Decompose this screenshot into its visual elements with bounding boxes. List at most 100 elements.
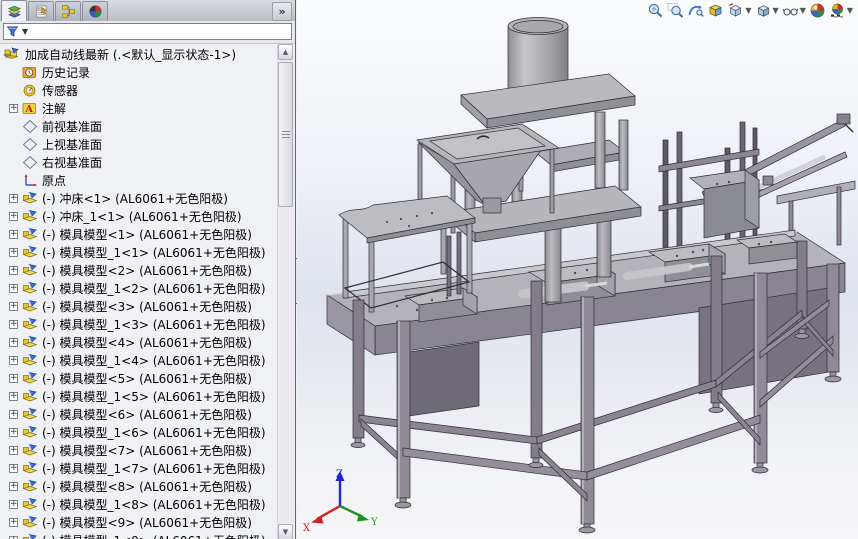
graphics-viewport[interactable]: Z X Y ▼ ▼ ▼ ▼ — [297, 0, 858, 539]
tree-item[interactable]: + (-) 冲床_1<1> (AL6061+无色阳极) — [0, 207, 278, 225]
tree-item[interactable]: 原点 — [0, 171, 278, 189]
tree-item[interactable]: + (-) 模具模型<5> (AL6061+无色阳极) — [0, 369, 278, 387]
tree-item[interactable]: + (-) 模具模型_1<4> (AL6061+无色阳极) — [0, 351, 278, 369]
tree-scrollbar[interactable]: ▲ ▼ — [277, 44, 294, 539]
filter-dropdown-caret[interactable]: ▼ — [22, 27, 28, 36]
part-icon — [22, 191, 38, 206]
expand-plus-icon[interactable]: + — [9, 517, 18, 527]
expand-plus-icon[interactable]: + — [9, 481, 18, 491]
expand-plus-icon[interactable]: + — [9, 409, 18, 419]
expand-plus-icon[interactable]: + — [9, 229, 18, 239]
expand-plus-icon[interactable]: + — [9, 247, 18, 257]
expand-plus-icon[interactable]: + — [9, 211, 18, 221]
dropdown-caret-icon[interactable]: ▼ — [745, 6, 751, 15]
configurationmanager-icon — [60, 4, 77, 19]
tree-item[interactable]: 前视基准面 — [0, 117, 278, 135]
machine-3d-model[interactable]: Z X Y — [297, 0, 858, 539]
featuremanager-tab[interactable] — [1, 0, 27, 21]
expand-plus-icon[interactable]: + — [9, 193, 18, 203]
origin-icon — [22, 173, 38, 188]
tree-item[interactable]: + 注解 — [0, 99, 278, 117]
expand-plus-icon[interactable]: + — [9, 427, 18, 437]
tree-item-label: 右视基准面 — [42, 155, 103, 170]
tree-item[interactable]: + (-) 模具模型<7> (AL6061+无色阳极) — [0, 441, 278, 459]
part-icon — [22, 227, 38, 242]
tree-item[interactable]: 上视基准面 — [0, 135, 278, 153]
tree-item[interactable]: + (-) 模具模型_1<6> (AL6061+无色阳极) — [0, 423, 278, 441]
dropdown-caret-icon[interactable]: ▼ — [847, 6, 853, 15]
zoom-to-fit-button[interactable] — [646, 1, 665, 20]
tree-item[interactable]: + (-) 模具模型<6> (AL6061+无色阳极) — [0, 405, 278, 423]
configurationmanager-tab[interactable] — [55, 1, 81, 21]
tree-item[interactable]: + (-) 模具模型<3> (AL6061+无色阳极) — [0, 297, 278, 315]
dropdown-caret-icon[interactable]: ▼ — [773, 6, 779, 15]
apply-scene-button[interactable]: ▼ — [828, 1, 854, 20]
filter-icon — [6, 25, 19, 38]
expand-plus-icon[interactable]: + — [9, 283, 18, 293]
expand-plus-icon[interactable]: + — [9, 499, 18, 509]
tree-item[interactable]: + (-) 模具模型_1<1> (AL6061+无色阳极) — [0, 243, 278, 261]
tree-root-label: 加成自动线最新 (.<默认_显示状态-1>) — [25, 47, 237, 62]
expand-plus-icon[interactable]: + — [9, 103, 18, 113]
tree-item[interactable]: + (-) 模具模型<4> (AL6061+无色阳极) — [0, 333, 278, 351]
part-icon — [22, 245, 38, 260]
part-icon — [22, 335, 38, 350]
tree-item[interactable]: + (-) 模具模型<1> (AL6061+无色阳极) — [0, 225, 278, 243]
tree-item[interactable]: + (-) 冲床<1> (AL6061+无色阳极) — [0, 189, 278, 207]
display-style-button[interactable]: ▼ — [754, 1, 780, 20]
tree-item[interactable]: + (-) 模具模型_1<3> (AL6061+无色阳极) — [0, 315, 278, 333]
tree-item-label: 历史记录 — [42, 65, 91, 80]
part-icon — [22, 263, 38, 278]
panel-tabs-overflow-button[interactable]: » — [272, 2, 292, 21]
expand-plus-icon[interactable]: + — [9, 463, 18, 473]
part-icon — [22, 533, 38, 539]
solidworks-window: » ▼ 加成自动线最新 (.<默认_显示状态-1>) 历史记录 传感器 + 注解 前视基… — [0, 0, 858, 539]
tree-item[interactable]: + (-) 模具模型<9> (AL6061+无色阳极) — [0, 513, 278, 531]
tree-item[interactable]: + (-) 模具模型_1<9> (AL6061+无色阳极) — [0, 531, 278, 539]
tree-item-label: (-) 模具模型_1<9> (AL6061+无色阳极) — [42, 532, 266, 539]
tree-item[interactable]: + (-) 模具模型_1<7> (AL6061+无色阳极) — [0, 459, 278, 477]
tree-item[interactable]: 历史记录 — [0, 63, 278, 81]
part-icon — [22, 317, 38, 332]
expand-plus-icon[interactable]: + — [9, 355, 18, 365]
expand-plus-icon[interactable]: + — [9, 535, 18, 539]
hide-show-items-button[interactable]: ▼ — [781, 1, 807, 20]
tree-item[interactable]: + (-) 模具模型_1<2> (AL6061+无色阳极) — [0, 279, 278, 297]
tree-item[interactable]: 右视基准面 — [0, 153, 278, 171]
tree-filter-input[interactable]: ▼ — [3, 23, 292, 40]
scrollbar-thumb[interactable] — [278, 62, 293, 207]
tree-item-label: 注解 — [42, 101, 67, 116]
tree-item[interactable]: + (-) 模具模型_1<8> (AL6061+无色阳极) — [0, 495, 278, 513]
plane-icon — [22, 137, 38, 152]
edit-appearance-button[interactable] — [808, 1, 827, 20]
expand-plus-icon[interactable]: + — [9, 301, 18, 311]
triad-z-label: Z — [336, 469, 343, 480]
expand-plus-icon[interactable]: + — [9, 373, 18, 383]
tree-item[interactable]: + (-) 模具模型<8> (AL6061+无色阳极) — [0, 477, 278, 495]
previous-view-button[interactable] — [686, 1, 705, 20]
displaymanager-tab[interactable] — [82, 1, 108, 21]
scroll-down-button[interactable]: ▼ — [278, 524, 293, 539]
plane-icon — [22, 155, 38, 170]
expand-plus-icon[interactable]: + — [9, 445, 18, 455]
tree-root-item[interactable]: 加成自动线最新 (.<默认_显示状态-1>) — [0, 45, 278, 63]
propertymanager-tab[interactable] — [28, 1, 54, 21]
tree-item[interactable]: + (-) 模具模型_1<5> (AL6061+无色阳极) — [0, 387, 278, 405]
dropdown-caret-icon[interactable]: ▼ — [800, 6, 806, 15]
history-folder-icon — [22, 65, 38, 80]
tree-item-label: (-) 模具模型<4> (AL6061+无色阳极) — [42, 335, 252, 350]
previous-view-icon — [687, 2, 704, 19]
filter-bar: ▼ — [0, 21, 295, 44]
expand-plus-icon[interactable]: + — [9, 391, 18, 401]
view-orientation-button[interactable]: ▼ — [726, 1, 752, 20]
expand-plus-icon[interactable]: + — [9, 337, 18, 347]
zoom-to-area-button[interactable] — [666, 1, 685, 20]
expand-plus-icon[interactable]: + — [9, 319, 18, 329]
expand-plus-icon[interactable]: + — [9, 265, 18, 275]
tree-item[interactable]: + (-) 模具模型<2> (AL6061+无色阳极) — [0, 261, 278, 279]
section-view-button[interactable] — [706, 1, 725, 20]
propertymanager-icon — [33, 4, 50, 19]
tree-item[interactable]: 传感器 — [0, 81, 278, 99]
tree-item-label: (-) 模具模型<5> (AL6061+无色阳极) — [42, 371, 252, 386]
scroll-up-button[interactable]: ▲ — [278, 44, 293, 60]
